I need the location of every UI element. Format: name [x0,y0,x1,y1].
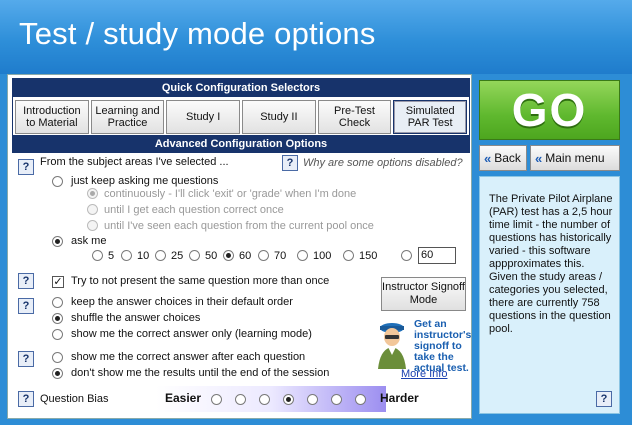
bias-level-5-radio[interactable] [307,394,318,405]
until-seen-radio[interactable] [87,220,98,231]
help-subject-button[interactable]: ? [18,159,34,175]
until-seen-label: until I've seen each question from the c… [104,220,374,232]
test-info-text: The Private Pilot Airplane (PAR) test ha… [489,193,613,335]
after-each-label: show me the correct answer after each qu… [71,351,306,363]
test-info-box: The Private Pilot Airplane (PAR) test ha… [479,176,620,414]
bias-harder-label: Harder [380,391,419,405]
no-repeat-label: Try to not present the same question mor… [71,275,330,287]
after-each-radio[interactable] [52,352,63,363]
bias-label: Question Bias [40,393,109,405]
count-custom-radio[interactable] [401,250,412,261]
until-correct-label: until I get each question correct once [104,204,284,216]
quick-simulated-test-button[interactable]: Simulated PAR Test [393,100,468,134]
help-feedback-button[interactable]: ? [18,351,34,367]
count-150-radio[interactable] [343,250,354,261]
quick-pretest-button[interactable]: Pre-Test Check [317,100,392,134]
help-repeat-button[interactable]: ? [18,273,34,289]
no-repeat-checkbox[interactable]: ✓ [52,276,64,288]
bias-level-2-radio[interactable] [235,394,246,405]
continuously-radio[interactable] [87,188,98,199]
instructor-figure-icon [374,319,410,369]
count-25-radio[interactable] [155,250,166,261]
keep-asking-radio[interactable] [52,176,63,187]
count-100-label: 100 [313,250,332,262]
shuffle-radio[interactable] [52,313,63,324]
page-header: Test / study mode options [0,0,632,74]
bias-level-4-radio[interactable] [283,394,294,405]
signoff-note: Get an instructor's signoff to take the … [414,318,472,374]
count-10-label: 10 [137,250,150,262]
quick-config-section: Quick Configuration Selectors Introducti… [12,78,470,138]
help-bias-button[interactable]: ? [18,391,34,407]
count-100-radio[interactable] [297,250,308,261]
count-60-label: 60 [239,250,252,262]
bias-easier-label: Easier [165,391,202,405]
instructor-signoff-button[interactable]: Instructor Signoff Mode [381,277,466,311]
count-70-radio[interactable] [258,250,269,261]
count-10-radio[interactable] [121,250,132,261]
count-5-label: 5 [108,250,115,262]
go-button[interactable]: GO [479,80,620,140]
count-150-label: 150 [359,250,378,262]
help-info-button[interactable]: ? [596,391,612,407]
ask-me-radio[interactable] [52,236,63,247]
count-25-label: 25 [171,250,184,262]
bias-level-6-radio[interactable] [331,394,342,405]
count-60-radio[interactable] [223,250,234,261]
quick-config-heading: Quick Configuration Selectors [13,79,469,97]
help-order-button[interactable]: ? [18,298,34,314]
ask-me-label: ask me [71,235,107,247]
help-disabled-button[interactable]: ? [282,155,298,171]
count-50-radio[interactable] [189,250,200,261]
bias-level-3-radio[interactable] [259,394,270,405]
quick-study1-button[interactable]: Study I [166,100,241,134]
until-correct-radio[interactable] [87,204,98,215]
bias-level-7-radio[interactable] [355,394,366,405]
options-panel: Quick Configuration Selectors Introducti… [7,74,472,419]
count-50-label: 50 [205,250,218,262]
back-arrow-icon: « [484,150,492,166]
quick-learning-button[interactable]: Learning and Practice [90,100,165,134]
menu-arrow-icon: « [535,150,543,166]
count-70-label: 70 [274,250,287,262]
default-order-radio[interactable] [52,297,63,308]
more-info-link[interactable]: More Info [401,368,447,381]
end-session-radio[interactable] [52,368,63,379]
main-menu-button[interactable]: « Main menu [530,145,620,171]
quick-config-buttons: Introduction to Material Learning and Pr… [15,100,468,134]
custom-count-input[interactable]: 60 [418,247,456,264]
continuously-label: continuously - I'll click 'exit' or 'gra… [104,188,357,200]
quick-intro-button[interactable]: Introduction to Material [15,100,89,134]
keep-asking-label: just keep asking me questions [71,175,219,187]
main-menu-label: Main menu [545,151,605,165]
back-label: Back [494,151,521,165]
bias-level-1-radio[interactable] [211,394,222,405]
count-5-radio[interactable] [92,250,103,261]
quick-study2-button[interactable]: Study II [242,100,316,134]
disabled-options-hint[interactable]: Why are some options disabled? [303,157,463,170]
correct-only-radio[interactable] [52,329,63,340]
page-title: Test / study mode options [19,16,376,51]
question-bias-row: ? Question Bias Easier Harder [12,386,470,412]
end-session-label: don't show me the results until the end … [71,367,330,379]
subject-prompt-label: From the subject areas I've selected ... [40,156,229,168]
back-button[interactable]: « Back [479,145,527,171]
correct-only-label: show me the correct answer only (learnin… [71,328,312,340]
default-order-label: keep the answer choices in their default… [71,296,293,308]
shuffle-label: shuffle the answer choices [71,312,201,324]
advanced-config-heading: Advanced Configuration Options [12,135,470,153]
